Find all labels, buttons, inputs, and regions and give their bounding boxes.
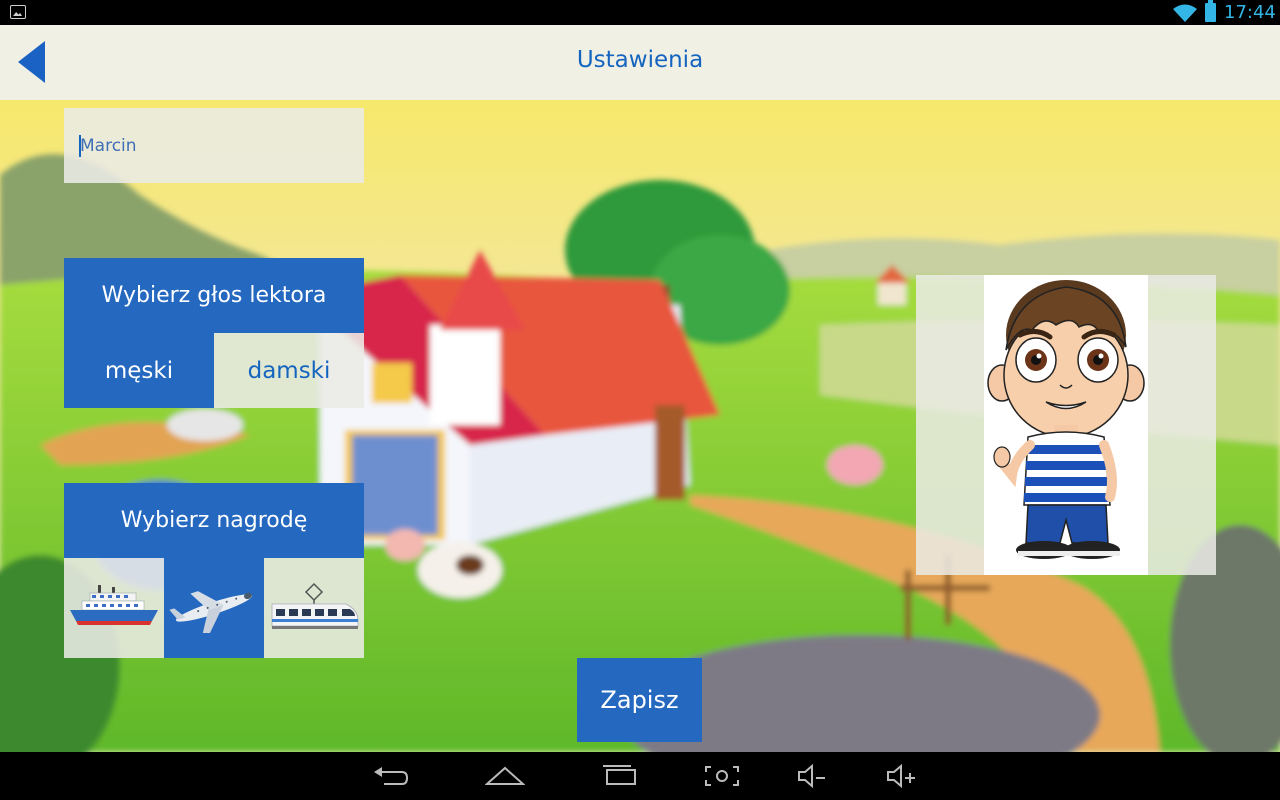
settings-screen: Ustawienia Wybierz głos lektora męski da… [0,25,1280,752]
avatar-picker[interactable] [916,275,1216,575]
airplane-icon [169,591,253,633]
volume-up-icon[interactable] [886,764,918,788]
reward-heading: Wybierz nagrodę [64,483,364,558]
recent-apps-icon[interactable] [601,764,639,788]
status-clock: 17:44 [1224,2,1276,23]
voice-option-female-label: damski [247,357,331,384]
title-bar: Ustawienia [0,25,1280,100]
avatar-card [984,275,1148,575]
voice-option-male-label: męski [104,357,174,384]
boy-avatar [987,280,1145,559]
reward-option-train[interactable] [264,558,364,658]
text-cursor [79,135,81,157]
reward-option-ship[interactable] [64,558,164,658]
status-bar: 17:44 [0,0,1280,25]
name-input[interactable] [64,108,364,183]
navigation-bar [0,752,1280,800]
voice-option-female[interactable]: damski [214,333,364,408]
save-button[interactable]: Zapisz [577,658,702,742]
save-button-label: Zapisz [600,686,679,714]
wifi-icon [1173,4,1197,22]
train-icon [271,582,359,629]
reward-option-airplane[interactable] [164,558,264,658]
home-nav-icon[interactable] [485,764,525,788]
voice-option-male[interactable]: męski [64,333,214,408]
page-title: Ustawienia [576,47,704,73]
back-nav-icon[interactable] [372,764,410,788]
volume-down-icon[interactable] [797,764,829,788]
battery-icon [1205,0,1216,22]
image-notification-icon [10,5,26,19]
ship-icon [70,585,158,625]
voice-heading: Wybierz głos lektora [64,258,364,333]
screenshot-icon[interactable] [703,764,741,788]
